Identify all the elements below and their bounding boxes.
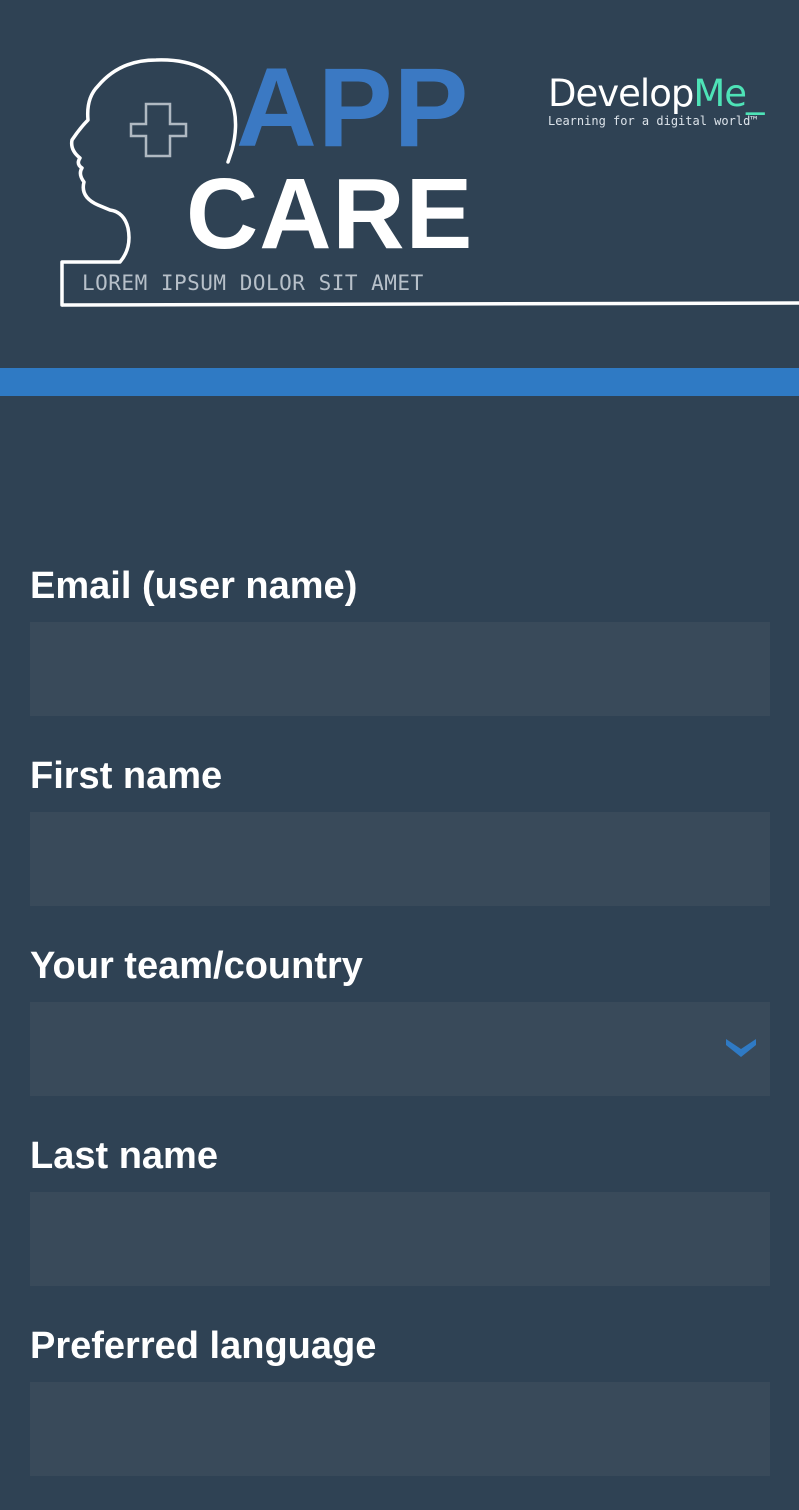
language-field[interactable] bbox=[30, 1382, 770, 1476]
medical-cross-icon bbox=[129, 102, 188, 158]
team-select[interactable] bbox=[30, 1002, 770, 1096]
email-field[interactable] bbox=[30, 622, 770, 716]
first-name-label: First name bbox=[30, 755, 223, 797]
registration-form: Email (user name) First name Your team/c… bbox=[30, 560, 770, 1510]
brand-tagline: Learning for a digital world™ bbox=[548, 114, 758, 128]
first-name-field[interactable] bbox=[30, 812, 770, 906]
team-label: Your team/country bbox=[30, 945, 363, 987]
care-logo-word: CARE bbox=[186, 158, 474, 270]
logo-tagline: LOREM IPSUM DOLOR SIT AMET bbox=[82, 271, 424, 295]
brand-name-part2: Me_ bbox=[693, 72, 764, 115]
app-logo-word: APP bbox=[236, 45, 470, 170]
brand-name-part1: Develop bbox=[548, 72, 694, 115]
header-divider-bar bbox=[0, 368, 799, 396]
header: APP CARE LOREM IPSUM DOLOR SIT AMET Deve… bbox=[0, 0, 799, 368]
last-name-label: Last name bbox=[30, 1135, 218, 1177]
last-name-field[interactable] bbox=[30, 1192, 770, 1286]
developme-logo: DevelopMe_ Learning for a digital world™ bbox=[548, 72, 765, 128]
chevron-down-icon bbox=[726, 1039, 756, 1057]
brand-name: DevelopMe_ bbox=[548, 72, 765, 116]
email-label: Email (user name) bbox=[30, 565, 358, 607]
language-label: Preferred language bbox=[30, 1325, 377, 1367]
